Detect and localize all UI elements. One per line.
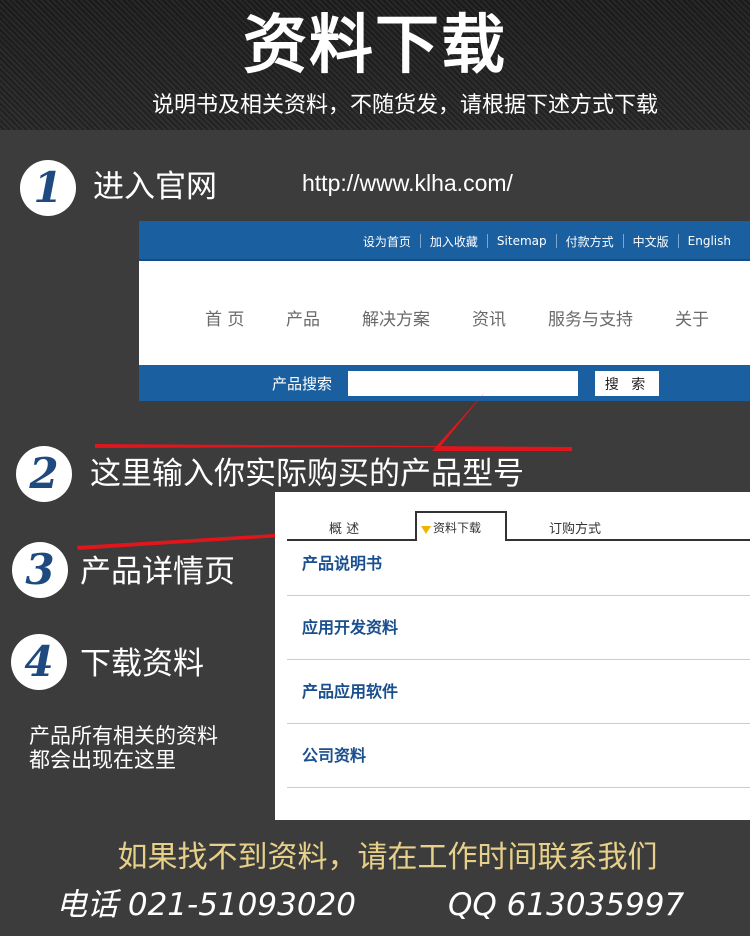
- site-top-links: 设为首页 加入收藏 Sitemap 付款方式 中文版 English: [354, 221, 740, 261]
- search-label: 产品搜索: [272, 375, 333, 393]
- search-button[interactable]: 搜 索: [595, 371, 659, 396]
- step-2-number: 2: [16, 446, 72, 502]
- product-search-input[interactable]: [348, 371, 578, 396]
- nav-item-about[interactable]: 关于: [675, 305, 709, 330]
- download-item-company[interactable]: 公司资料: [302, 742, 366, 766]
- download-item[interactable]: 公司资料: [287, 724, 750, 788]
- download-item-software[interactable]: 产品应用软件: [302, 678, 398, 702]
- contact-info: 电话 021-51093020 QQ 613035997: [56, 883, 684, 927]
- note-line-1: 产品所有相关的资料: [29, 724, 218, 748]
- site-main-nav: 首 页 产品 解决方案 资讯 服务与支持 关于: [139, 263, 750, 363]
- nav-item-home[interactable]: 首 页: [205, 305, 244, 330]
- top-link-bookmark[interactable]: 加入收藏: [421, 233, 487, 250]
- top-link-payment[interactable]: 付款方式: [557, 233, 623, 250]
- step-3-label: 产品详情页: [80, 554, 235, 590]
- download-item[interactable]: 产品说明书: [287, 532, 750, 596]
- step-1-label: 进入官网: [93, 169, 217, 205]
- nav-item-news[interactable]: 资讯: [472, 305, 506, 330]
- nav-item-solutions[interactable]: 解决方案: [362, 305, 430, 330]
- page-title: 资料下载: [243, 9, 507, 83]
- top-link-set-home[interactable]: 设为首页: [354, 233, 420, 250]
- contact-phone: 电话 021-51093020: [56, 887, 356, 923]
- download-item[interactable]: 应用开发资料: [287, 596, 750, 660]
- header-banner: 资料下载 说明书及相关资料，不随货发，请根据下述方式下载: [0, 0, 750, 130]
- download-note: 产品所有相关的资料 都会出现在这里: [29, 724, 218, 772]
- note-line-2: 都会出现在这里: [29, 748, 176, 772]
- website-screenshot: 设为首页 加入收藏 Sitemap 付款方式 中文版 English 首 页 产…: [139, 221, 750, 401]
- nav-item-products[interactable]: 产品: [286, 305, 320, 330]
- step-3-number: 3: [12, 542, 68, 598]
- site-top-bar: 设为首页 加入收藏 Sitemap 付款方式 中文版 English: [139, 221, 750, 261]
- download-item-dev-docs[interactable]: 应用开发资料: [302, 614, 398, 638]
- top-link-english[interactable]: English: [679, 234, 740, 248]
- product-detail-panel: 概 述 资料下载 订购方式 产品说明书 应用开发资料 产品应用软件 公司资料: [275, 492, 750, 820]
- website-url[interactable]: http://www.klha.com/: [302, 170, 513, 197]
- step-4-label: 下载资料: [80, 646, 204, 682]
- top-link-chinese[interactable]: 中文版: [624, 233, 678, 250]
- step-4-number: 4: [11, 634, 67, 690]
- step-1-number: 1: [20, 160, 76, 216]
- contact-prompt: 如果找不到资料，请在工作时间联系我们: [117, 840, 658, 875]
- page-subtitle: 说明书及相关资料，不随货发，请根据下述方式下载: [151, 93, 658, 118]
- step-2-label: 这里输入你实际购买的产品型号: [90, 456, 524, 492]
- contact-qq: QQ 613035997: [448, 887, 685, 923]
- product-search-bar: 产品搜索 搜 索: [139, 365, 750, 401]
- download-item[interactable]: 产品应用软件: [287, 660, 750, 724]
- nav-item-support[interactable]: 服务与支持: [548, 305, 633, 330]
- top-link-sitemap[interactable]: Sitemap: [488, 234, 556, 248]
- download-item-manual[interactable]: 产品说明书: [302, 550, 382, 574]
